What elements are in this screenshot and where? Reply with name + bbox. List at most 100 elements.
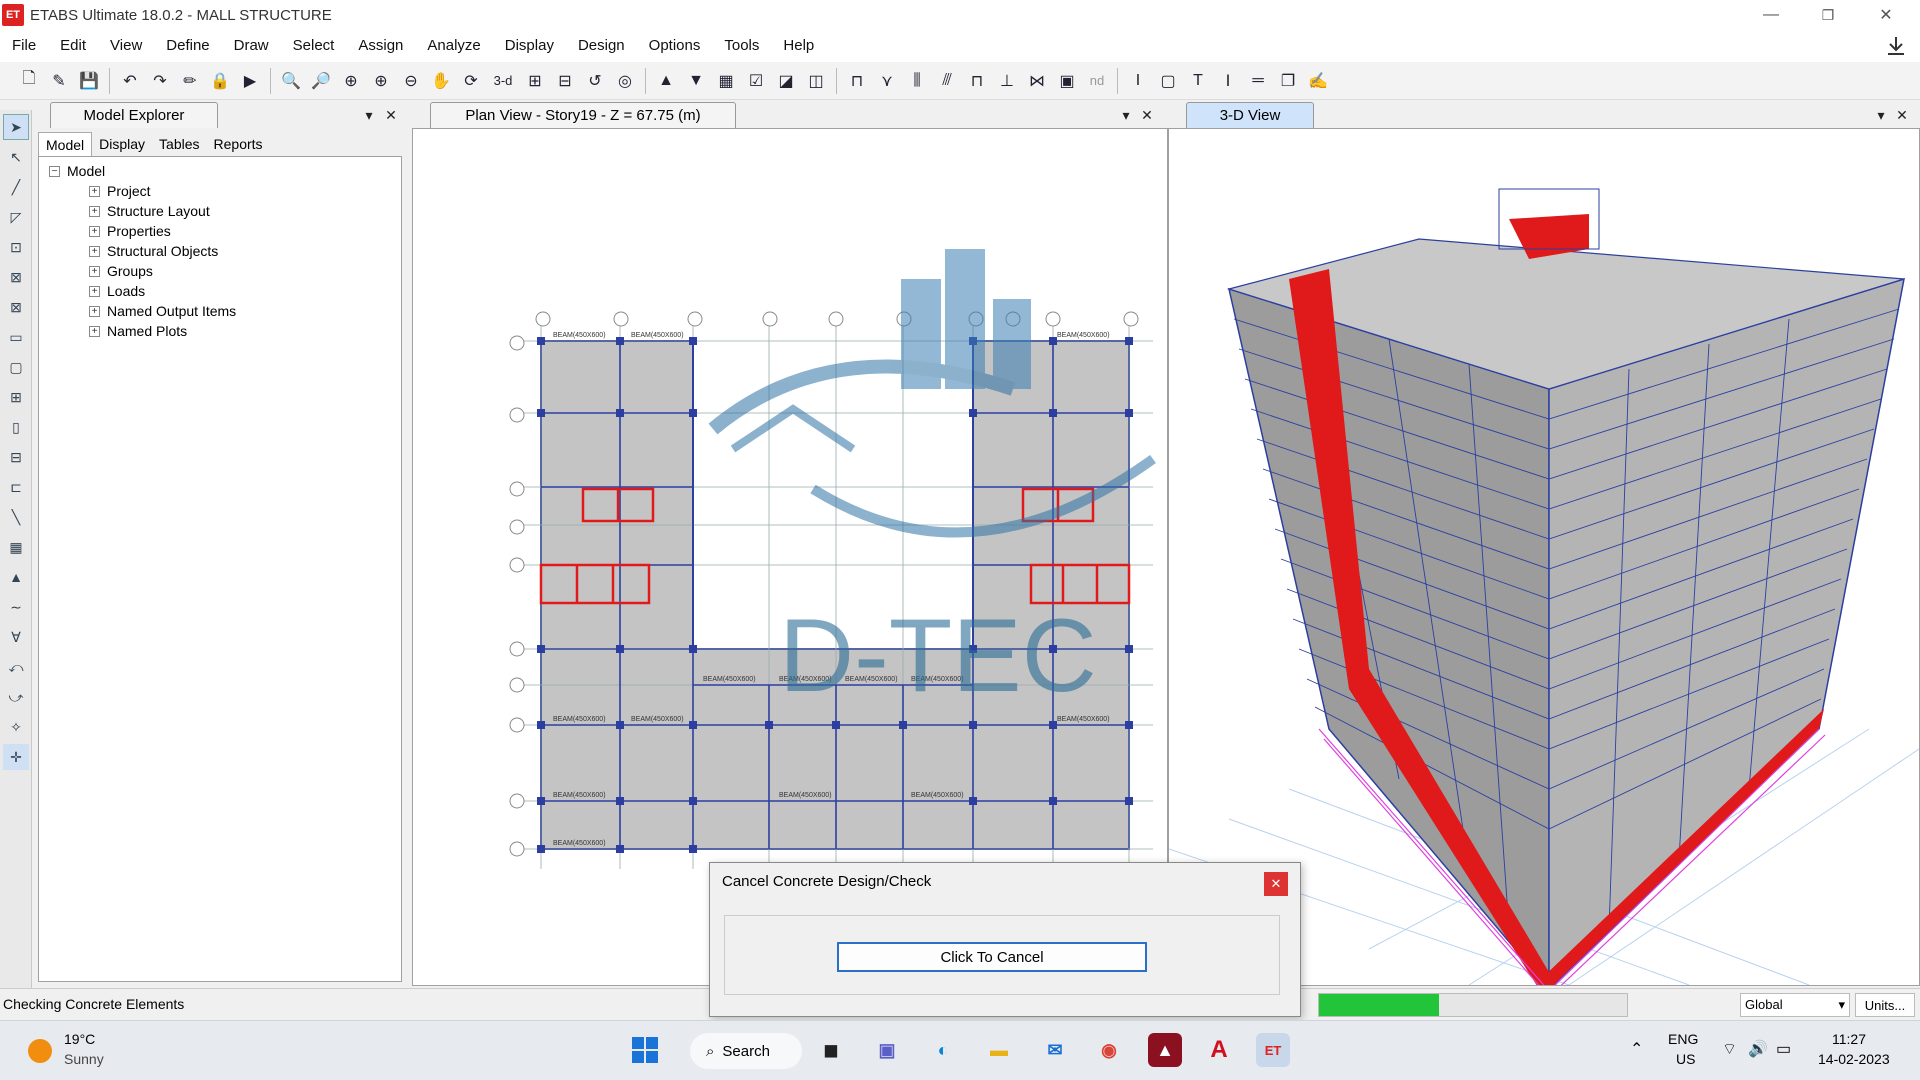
tab-model-explorer[interactable]: Model Explorer — [50, 102, 218, 128]
draw-curve-icon[interactable]: ∼ — [3, 594, 29, 620]
region-indicator[interactable]: US — [1676, 1051, 1695, 1067]
text-cursor-icon[interactable]: I — [1125, 68, 1151, 94]
menu-options[interactable]: Options — [637, 30, 713, 62]
collapse-icon[interactable]: − — [49, 165, 60, 177]
menu-define[interactable]: Define — [154, 30, 221, 62]
draw-load-icon[interactable]: ▲ — [3, 564, 29, 590]
clock-time[interactable]: 11:27 — [1832, 1031, 1866, 1047]
menu-help[interactable]: Help — [771, 30, 826, 62]
draw-link-icon[interactable]: ⊏ — [3, 474, 29, 500]
draw-beam-icon[interactable]: ⊠ — [3, 264, 29, 290]
app-icon-red[interactable]: ▲ — [1148, 1033, 1182, 1067]
draw-slab-icon[interactable]: ▭ — [3, 324, 29, 350]
menu-select[interactable]: Select — [281, 30, 347, 62]
tree-node-properties[interactable]: + Properties — [89, 221, 171, 241]
clear-selection-icon[interactable]: ⤻ — [3, 684, 29, 710]
nd-button[interactable]: nd — [1084, 68, 1110, 94]
expand-icon[interactable]: + — [89, 325, 100, 337]
tree-node-project[interactable]: + Project — [89, 181, 151, 201]
menu-edit[interactable]: Edit — [48, 30, 98, 62]
tree-node-named-output-items[interactable]: + Named Output Items — [89, 301, 236, 321]
subtab-model[interactable]: Model — [38, 132, 93, 156]
coord-system-select[interactable]: Global ▾ — [1740, 993, 1850, 1017]
menu-analyze[interactable]: Analyze — [415, 30, 492, 62]
etabs-taskbar-icon[interactable]: ET — [1256, 1033, 1290, 1067]
language-indicator[interactable]: ENG — [1668, 1031, 1698, 1047]
view-3d-button[interactable]: 3-d — [488, 68, 518, 94]
move-down-icon[interactable]: ▼ — [683, 68, 709, 94]
click-to-cancel-button[interactable]: Click To Cancel — [837, 942, 1147, 972]
expand-icon[interactable]: + — [89, 245, 100, 257]
rotate-icon[interactable]: ⟳ — [458, 68, 484, 94]
edge-icon[interactable]: ◐ — [926, 1033, 960, 1067]
column-icon[interactable]: ⊓ — [964, 68, 990, 94]
minimize-button[interactable]: — — [1743, 0, 1799, 30]
explorer-close-icon[interactable]: ✕ — [382, 106, 400, 124]
view3d-dropdown-icon[interactable]: ▾ — [1872, 106, 1890, 124]
area-section-icon[interactable]: ▢ — [1155, 68, 1181, 94]
menu-file[interactable]: File — [0, 30, 48, 62]
subtab-tables[interactable]: Tables — [152, 132, 206, 156]
brace-icon[interactable]: ⋎ — [874, 68, 900, 94]
clock-date[interactable]: 14-02-2023 — [1818, 1051, 1890, 1067]
tab-plan-view[interactable]: Plan View - Story19 - Z = 67.75 (m) — [430, 102, 736, 128]
volume-icon[interactable]: 🔊 — [1748, 1039, 1768, 1059]
move-up-icon[interactable]: ▲ — [653, 68, 679, 94]
explorer-dropdown-icon[interactable]: ▾ — [360, 106, 378, 124]
elevation-view-icon[interactable]: ⊟ — [552, 68, 578, 94]
tree-node-named-plots[interactable]: + Named Plots — [89, 321, 187, 341]
file-explorer-icon[interactable]: ▬ — [982, 1033, 1016, 1067]
expand-icon[interactable]: + — [89, 185, 100, 197]
new-model-icon[interactable]: 🗋 — [16, 68, 42, 94]
open-icon[interactable]: ✎ — [46, 68, 72, 94]
autocad-icon[interactable]: A — [1202, 1033, 1236, 1067]
tree-node-loads[interactable]: + Loads — [89, 281, 145, 301]
taskbar-search[interactable]: ⌕ Search — [690, 1033, 802, 1069]
dialog-close-button[interactable]: ✕ — [1264, 872, 1288, 896]
run-analysis-icon[interactable]: ▶ — [237, 68, 263, 94]
zoom-out-icon[interactable]: ⊖ — [398, 68, 424, 94]
tree-node-structure-layout[interactable]: + Structure Layout — [89, 201, 210, 221]
draw-frame-icon[interactable]: ◸ — [3, 204, 29, 230]
i-section-icon[interactable]: Ⅰ — [1215, 68, 1241, 94]
copy-icon[interactable]: ❐ — [1275, 68, 1301, 94]
task-view-icon[interactable]: ◼ — [814, 1033, 848, 1067]
menu-design[interactable]: Design — [566, 30, 637, 62]
plan-dropdown-icon[interactable]: ▾ — [1117, 106, 1135, 124]
expand-icon[interactable]: + — [89, 225, 100, 237]
snap-icon[interactable]: ✧ — [3, 714, 29, 740]
expand-icon[interactable]: + — [89, 205, 100, 217]
chrome-icon[interactable]: ◉ — [1092, 1033, 1126, 1067]
rotate-view-icon[interactable]: ↺ — [582, 68, 608, 94]
draw-wall-icon[interactable]: ▯ — [3, 414, 29, 440]
subtab-reports[interactable]: Reports — [207, 132, 270, 156]
download-icon[interactable] — [1884, 34, 1908, 58]
pencil-icon[interactable]: ✏ — [177, 68, 203, 94]
save-icon[interactable]: 💾 — [76, 68, 102, 94]
menu-display[interactable]: Display — [493, 30, 566, 62]
draw-column-icon[interactable]: ⊡ — [3, 234, 29, 260]
menu-tools[interactable]: Tools — [712, 30, 771, 62]
windows-start-icon[interactable] — [628, 1033, 662, 1067]
beam-icon[interactable]: ⫼ — [904, 68, 930, 94]
redo-icon[interactable]: ↷ — [147, 68, 173, 94]
expand-icon[interactable]: + — [89, 305, 100, 317]
check-icon[interactable]: ☑ — [743, 68, 769, 94]
view3d-canvas[interactable] — [1168, 128, 1920, 998]
deformed-shape-icon[interactable]: ▣ — [1054, 68, 1080, 94]
tree-node-groups[interactable]: + Groups — [89, 261, 153, 281]
weather-temp[interactable]: 19°C — [64, 1031, 95, 1047]
zoom-restore-icon[interactable]: 🔎 — [308, 68, 334, 94]
close-window-button[interactable]: ✕ — [1858, 0, 1914, 30]
zoom-window-icon[interactable]: 🔍 — [278, 68, 304, 94]
view3d-close-icon[interactable]: ✕ — [1893, 106, 1911, 124]
expand-icon[interactable]: + — [89, 285, 100, 297]
menu-view[interactable]: View — [98, 30, 154, 62]
draw-joint-icon[interactable]: ╱ — [3, 174, 29, 200]
previous-selection-icon[interactable]: ⤺ — [3, 654, 29, 680]
draw-area-icon[interactable]: ⊞ — [3, 384, 29, 410]
pointer-icon[interactable]: ➤ — [3, 114, 29, 140]
lock-icon[interactable]: 🔒 — [207, 68, 233, 94]
draw-rectangle-icon[interactable]: ▢ — [3, 354, 29, 380]
plan-view-canvas[interactable]: BEAM(450X600) BEAM(450X600) BEAM(450X600… — [412, 128, 1168, 986]
